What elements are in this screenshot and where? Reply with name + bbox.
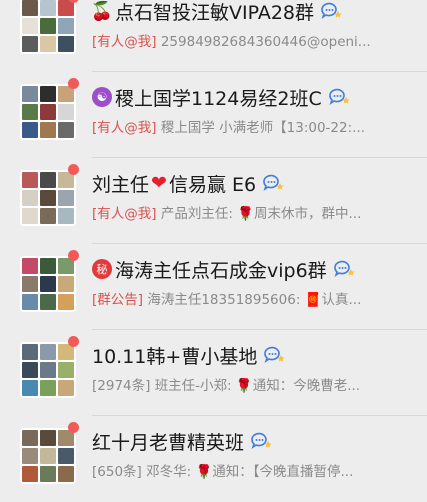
rose-icon: 🌹 — [195, 464, 213, 480]
unread-count-tag: [650条] — [92, 464, 142, 480]
chat-title: 红十月老曹精英班 — [92, 426, 272, 456]
unread-dot — [68, 78, 79, 89]
chat-row[interactable]: 红十月老曹精英班 [650条] 邓冬华: 🌹通知：【今晚直播暂停... — [0, 416, 427, 502]
preview-text: 认真... — [321, 292, 362, 308]
heart-icon: ❤ — [151, 172, 167, 194]
chat-preview: [2974条] 班主任-小郑: 🌹通知：今晚曹老... — [92, 374, 417, 394]
cherry-icon: 🍒 — [90, 0, 114, 22]
group-chat-icon — [251, 432, 272, 449]
yin-yang-icon: ☯ — [92, 87, 112, 107]
chat-title: 刘主任 ❤ 信易赢 E6 — [92, 168, 284, 198]
chat-row[interactable]: 刘主任 ❤ 信易赢 E6 [有人@我] 产品刘主任: 🌹周末休市，群中... — [0, 158, 427, 244]
chat-title-text: 红十月老曹精英班 — [92, 431, 245, 454]
group-chat-icon — [328, 88, 350, 105]
chat-title-text: 点石智投汪敏VIPA28群 — [115, 1, 315, 24]
group-avatar — [20, 170, 76, 226]
chat-list: 🍒 点石智投汪敏VIPA28群 [有人@我] 25984982684360446… — [0, 0, 427, 502]
unread-count-tag: [2974条] — [92, 378, 151, 394]
chat-preview: [群公告] 海涛主任18351895606: 🧧认真... — [92, 288, 417, 308]
group-avatar — [20, 342, 76, 398]
chat-preview: [有人@我] 产品刘主任: 🌹周末休市，群中... — [92, 202, 417, 222]
group-chat-icon — [321, 2, 342, 19]
mention-tag: [有人@我] — [92, 120, 157, 136]
chat-title-text: 稷上国学1124易经2班C — [115, 87, 322, 110]
mention-tag: [有人@我] — [92, 34, 157, 50]
group-chat-icon — [264, 346, 285, 363]
chat-row[interactable]: 🍒 点石智投汪敏VIPA28群 [有人@我] 25984982684360446… — [0, 0, 427, 72]
preview-text: 邓冬华: — [146, 464, 196, 480]
chat-title-text: 10.11韩+曹小基地 — [92, 345, 258, 368]
rose-icon: 🌹 — [237, 206, 254, 222]
rose-icon: 🌹 — [235, 378, 253, 394]
red-envelope-icon: 🧧 — [304, 292, 322, 308]
chat-preview: [有人@我] 25984982684360446@openi... — [92, 30, 417, 50]
group-avatar — [20, 84, 76, 140]
preview-text: 班主任-小郑: — [154, 378, 236, 394]
preview-text: 通知：今晚曹老... — [252, 378, 361, 394]
group-avatar — [20, 0, 76, 54]
preview-text: 通知：【今晚直播暂停... — [212, 464, 354, 480]
unread-dot — [68, 422, 79, 433]
unread-dot — [68, 336, 79, 347]
secret-icon: 秘 — [92, 259, 112, 279]
group-chat-icon — [263, 174, 284, 191]
preview-text: 产品刘主任: — [160, 206, 238, 222]
chat-title: ☯ 稷上国学1124易经2班C — [92, 82, 350, 112]
unread-dot — [68, 250, 79, 261]
chat-title-text: 海涛主任点石成金vip6群 — [115, 259, 327, 282]
chat-row[interactable]: 10.11韩+曹小基地 [2974条] 班主任-小郑: 🌹通知：今晚曹老... — [0, 330, 427, 416]
chat-preview: [650条] 邓冬华: 🌹通知：【今晚直播暂停... — [92, 460, 417, 480]
preview-text: 稷上国学 小满老师【13:00-22:... — [160, 120, 366, 136]
chat-row[interactable]: 秘 海涛主任点石成金vip6群 [群公告] 海涛主任18351895606: 🧧… — [0, 244, 427, 330]
chat-title-text: 刘主任 — [92, 173, 150, 196]
chat-row[interactable]: ☯ 稷上国学1124易经2班C [有人@我] 稷上国学 小满老师【13:00-2… — [0, 72, 427, 158]
chat-preview: [有人@我] 稷上国学 小满老师【13:00-22:... — [92, 116, 417, 136]
group-avatar — [20, 428, 76, 484]
notice-tag: [群公告] — [92, 292, 144, 308]
preview-text: 周末休市，群中... — [254, 206, 362, 222]
chat-title: 10.11韩+曹小基地 — [92, 340, 285, 370]
group-avatar — [20, 256, 76, 312]
mention-tag: [有人@我] — [92, 206, 157, 222]
preview-text: 25984982684360446@openi... — [160, 34, 371, 50]
chat-title: 🍒 点石智投汪敏VIPA28群 — [90, 0, 342, 26]
chat-title: 秘 海涛主任点石成金vip6群 — [92, 254, 355, 284]
preview-text: 海涛主任18351895606: — [147, 292, 305, 308]
group-chat-icon — [333, 260, 355, 277]
unread-dot — [68, 164, 79, 175]
chat-title-text: 信易赢 E6 — [168, 173, 257, 196]
